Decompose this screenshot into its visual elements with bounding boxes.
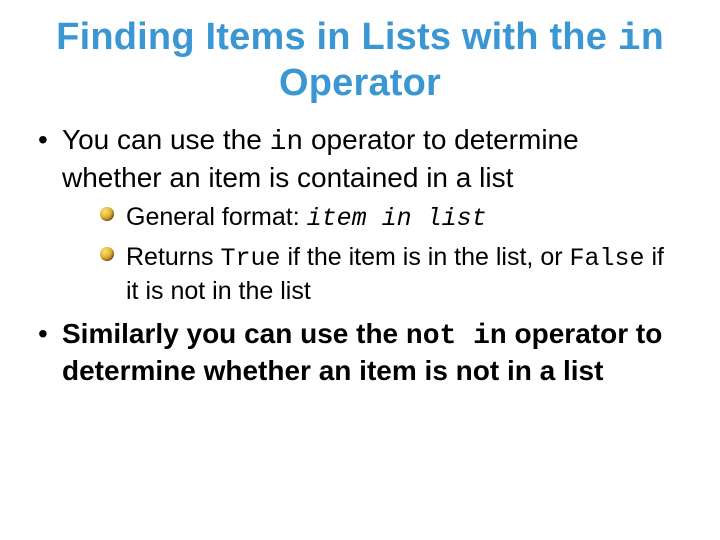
sub1-code: item in list xyxy=(307,204,487,233)
bullet-2-t1: Similarly you can use the xyxy=(62,318,406,349)
disc-icon xyxy=(100,247,114,261)
sub1-t1: General format: xyxy=(126,203,307,231)
bullet-1-text: You can use the in operator to determine… xyxy=(62,124,579,192)
title-text-pre: Finding Items in Lists with the xyxy=(56,16,618,58)
sub-list-1: General format: item in list Returns Tru… xyxy=(62,201,682,307)
bullet-item-2: Similarly you can use the not in operato… xyxy=(38,317,682,388)
sub2-code2: False xyxy=(570,244,645,273)
title-code: in xyxy=(618,18,664,61)
sub2-t2: if the item is in the list, or xyxy=(281,243,570,271)
bullet-2-code: not in xyxy=(406,321,507,352)
slide-title: Finding Items in Lists with the in Opera… xyxy=(38,16,682,105)
bullet-1-t1: You can use the xyxy=(62,124,270,155)
sub-item-1: General format: item in list xyxy=(100,201,682,235)
sub-item-2: Returns True if the item is in the list,… xyxy=(100,241,682,307)
bullet-list: You can use the in operator to determine… xyxy=(38,123,682,388)
sub2-t1: Returns xyxy=(126,243,220,271)
slide: Finding Items in Lists with the in Opera… xyxy=(0,0,720,540)
disc-icon xyxy=(100,207,114,221)
bullet-2-text: Similarly you can use the not in operato… xyxy=(62,318,662,386)
bullet-1-code: in xyxy=(270,127,304,158)
title-text-post: Operator xyxy=(279,62,441,104)
sub2-code1: True xyxy=(220,244,280,273)
bullet-item-1: You can use the in operator to determine… xyxy=(38,123,682,306)
